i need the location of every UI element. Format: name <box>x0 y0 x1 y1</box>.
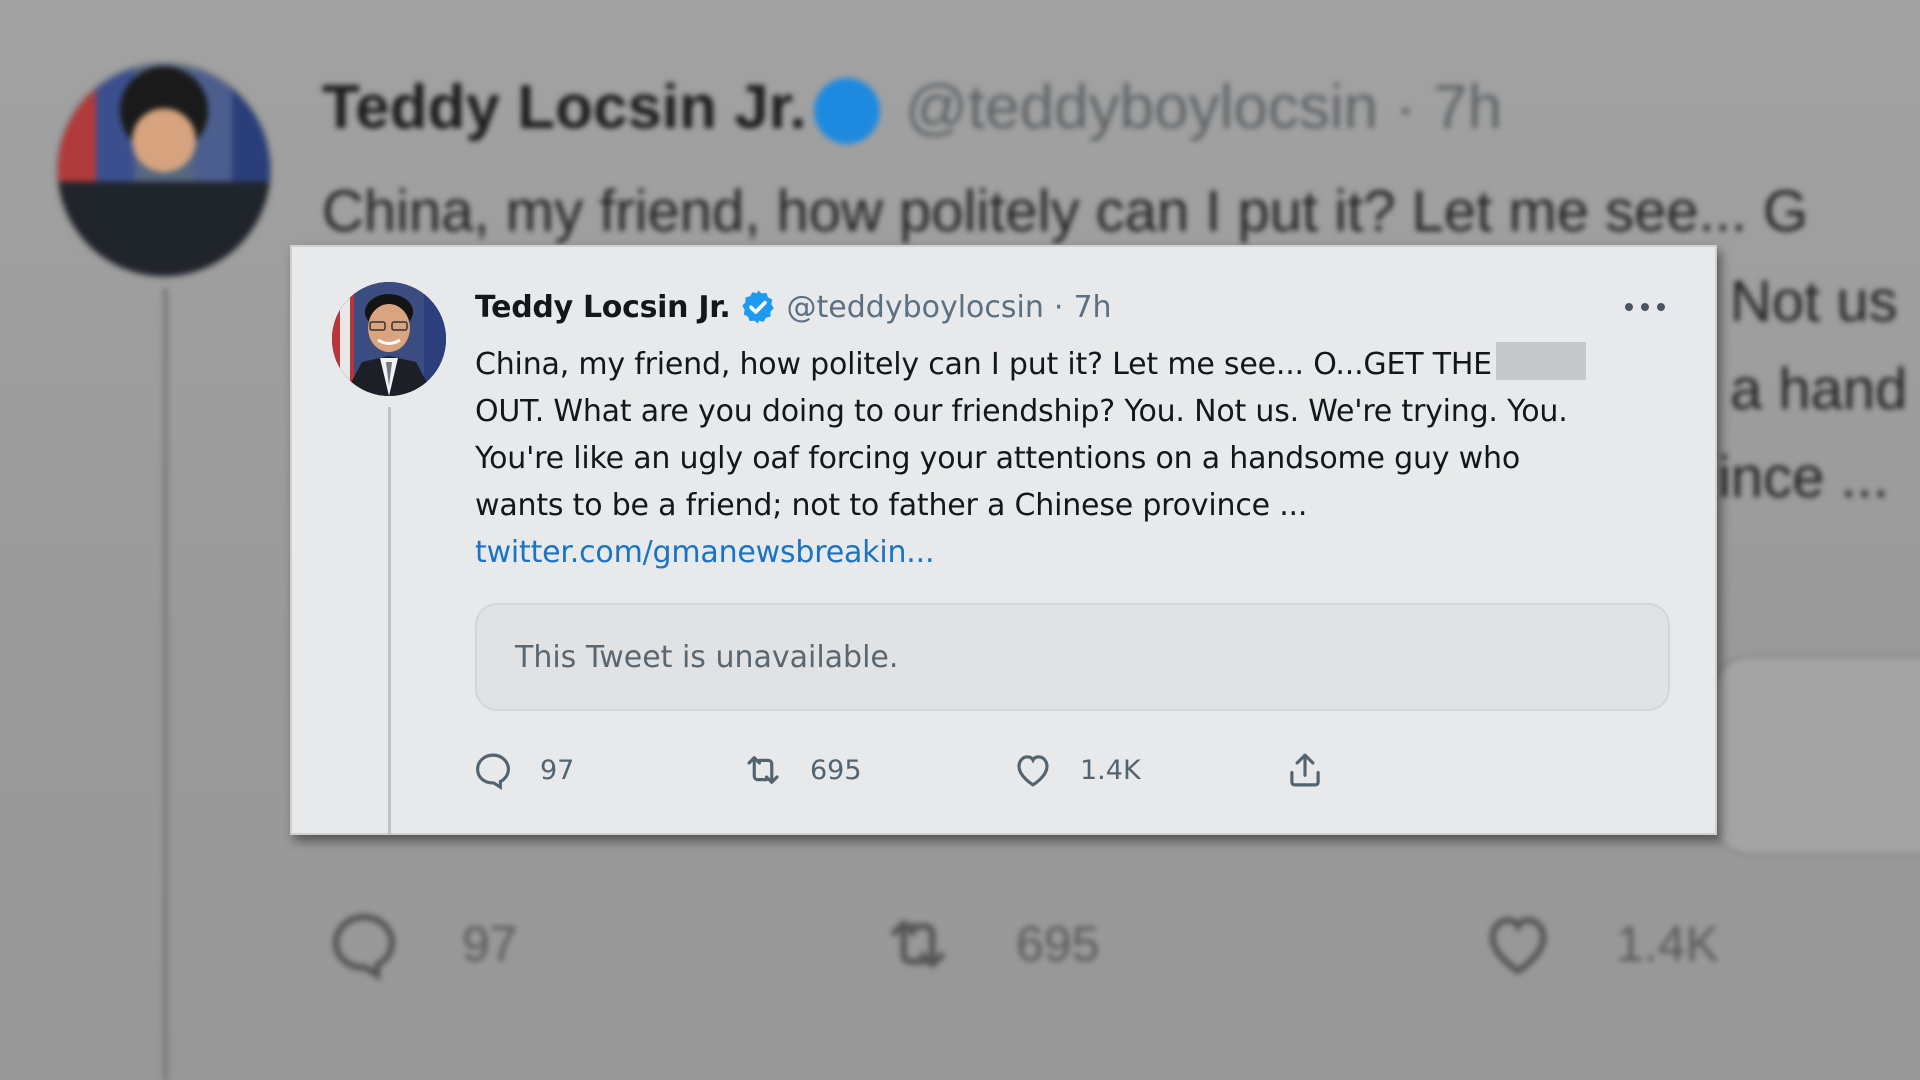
censor-block <box>1495 342 1586 380</box>
reply-button[interactable]: 97 <box>472 744 574 796</box>
reply-count: 97 <box>540 754 575 786</box>
more-options-icon[interactable] <box>1625 297 1665 317</box>
background-text-fragment: a hand <box>1730 357 1908 422</box>
separator-dot: · <box>1053 289 1064 325</box>
background-avatar <box>58 64 270 276</box>
profile-photo <box>332 282 446 396</box>
avatar[interactable] <box>332 282 446 396</box>
screenshot-stage: Teddy Locsin Jr. @teddyboylocsin · 7h Ch… <box>0 0 1920 1080</box>
author-handle[interactable]: @teddyboylocsin <box>787 290 1044 325</box>
unavailable-message: This Tweet is unavailable. <box>515 639 899 675</box>
tweet-text-line: OUT. What are you doing to our friendshi… <box>475 394 1568 429</box>
background-verified-icon <box>814 78 880 144</box>
tweet-action-bar: 97 695 1.4K <box>472 744 1572 796</box>
thread-line <box>388 407 391 835</box>
reply-icon <box>332 913 396 981</box>
like-count: 1.4K <box>1080 754 1141 786</box>
share-button[interactable] <box>1284 744 1326 796</box>
author-name[interactable]: Teddy Locsin Jr. <box>475 290 731 325</box>
background-retweet-count: 695 <box>1016 916 1100 972</box>
tweet-text: China, my friend, how politely can I put… <box>475 341 1675 576</box>
quoted-tweet-unavailable: This Tweet is unavailable. <box>475 603 1670 711</box>
reply-icon <box>476 753 510 791</box>
share-icon <box>1290 753 1320 787</box>
background-reply: 97 <box>326 906 518 982</box>
tweet-card[interactable]: Teddy Locsin Jr. @teddyboylocsin · 7h Ch… <box>290 245 1717 835</box>
background-handle-time: @teddyboylocsin · 7h <box>905 73 1503 142</box>
like-button[interactable]: 1.4K <box>1012 744 1141 796</box>
background-tweet-text: China, my friend, how politely can I put… <box>322 179 1809 244</box>
tweet-text-line: You're like an ugly oaf forcing your att… <box>475 441 1520 476</box>
tweet-header: Teddy Locsin Jr. @teddyboylocsin · 7h <box>475 285 1112 329</box>
background-thread-line <box>163 288 168 1080</box>
background-action-bar: 97 695 1.4K <box>320 906 1920 996</box>
tweet-text-line: wants to be a friend; not to father a Ch… <box>475 488 1308 523</box>
background-text-fragment: Not us <box>1730 269 1898 334</box>
background-author-name: Teddy Locsin Jr. <box>322 73 807 142</box>
background-retweet: 695 <box>880 906 1099 982</box>
tweet-text-line: China, my friend, how politely can I put… <box>475 341 1675 388</box>
verified-badge-icon <box>741 290 774 324</box>
tweet-link[interactable]: twitter.com/gmanewsbreakin... <box>475 529 1675 576</box>
retweet-count: 695 <box>810 754 862 786</box>
retweet-icon <box>747 756 779 784</box>
background-like: 1.4K <box>1480 906 1719 982</box>
heart-icon <box>1017 755 1049 787</box>
background-like-count: 1.4K <box>1616 916 1719 972</box>
retweet-icon <box>891 920 945 968</box>
background-reply-count: 97 <box>462 916 518 972</box>
heart-icon <box>1489 917 1547 975</box>
retweet-button[interactable]: 695 <box>742 744 862 796</box>
background-text-fragment: ince ... <box>1718 445 1889 510</box>
tweet-timestamp[interactable]: 7h <box>1073 290 1111 325</box>
background-quote-box <box>1710 655 1920 856</box>
